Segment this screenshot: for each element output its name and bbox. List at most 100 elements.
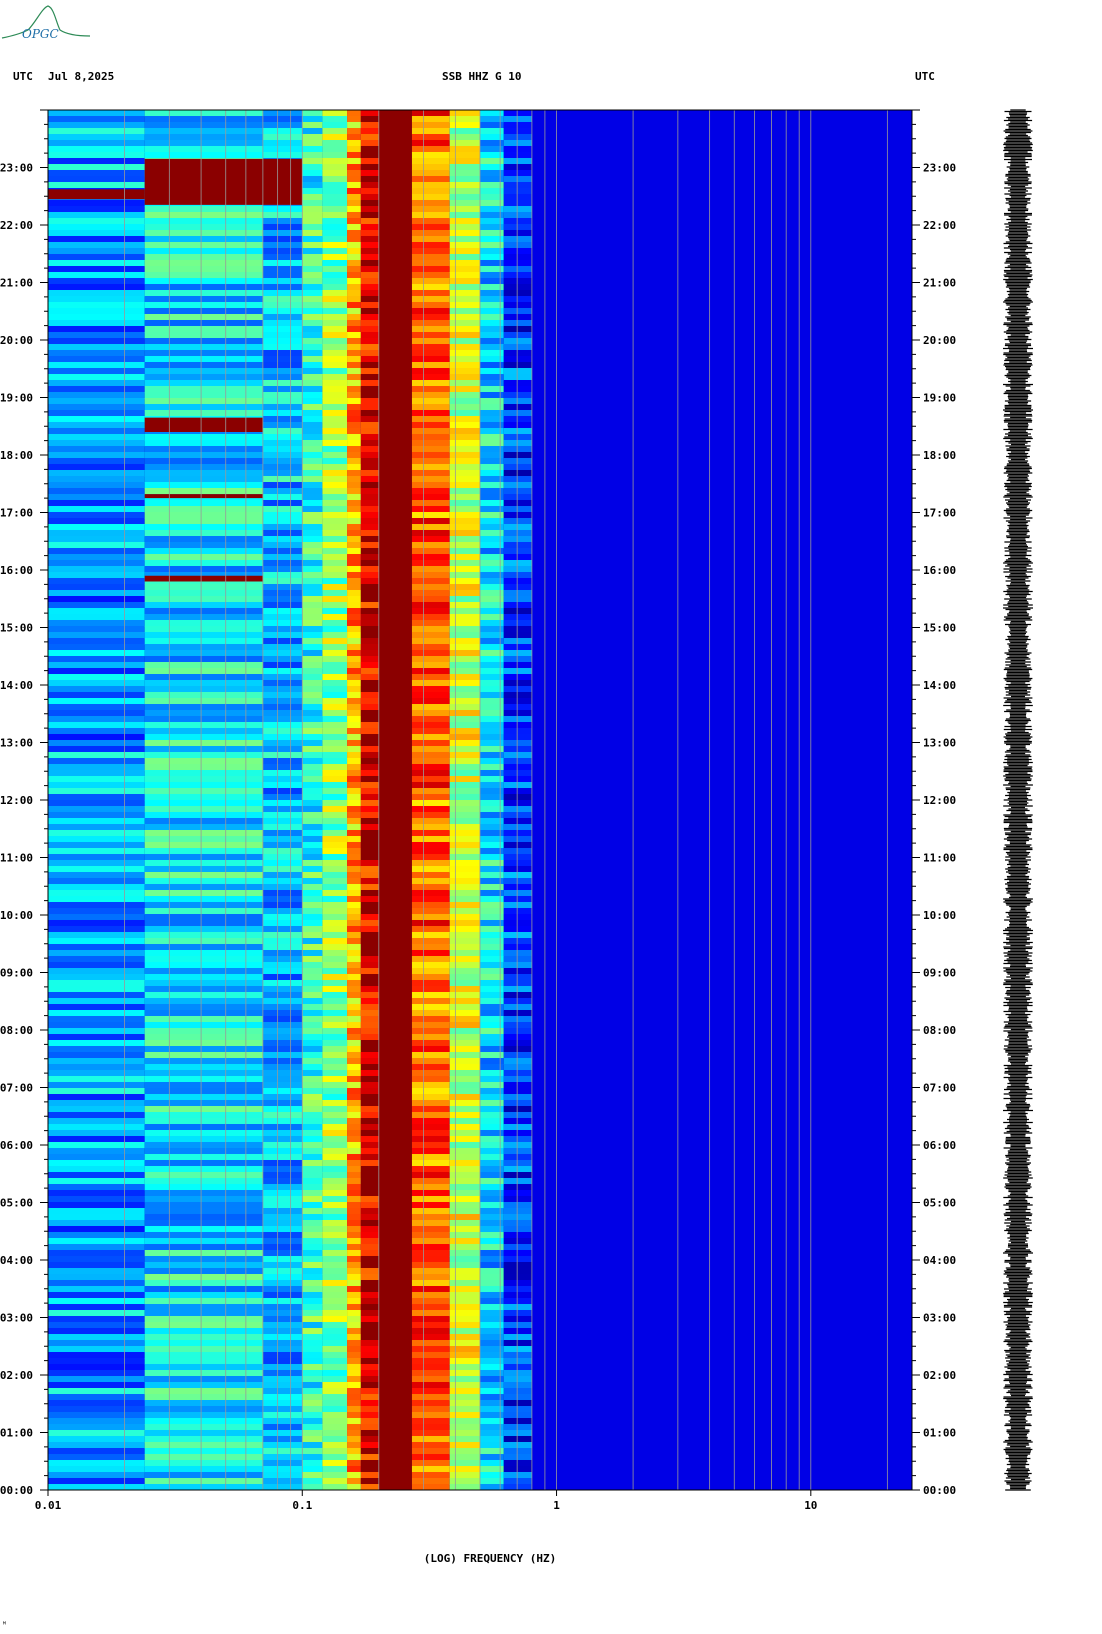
band-cell bbox=[322, 1094, 348, 1101]
band-cell bbox=[449, 722, 481, 729]
band-cell bbox=[411, 1292, 450, 1299]
band-cell bbox=[347, 872, 361, 879]
band-cell bbox=[262, 656, 303, 663]
band-cell bbox=[48, 1214, 145, 1221]
band-cell bbox=[378, 548, 412, 555]
band-cell bbox=[302, 770, 323, 777]
band-cell bbox=[302, 326, 323, 333]
band-cell bbox=[302, 536, 323, 543]
band-cell bbox=[449, 506, 481, 513]
band-cell bbox=[449, 512, 481, 519]
band-cell bbox=[262, 212, 303, 219]
band-cell bbox=[449, 314, 481, 321]
band-cell bbox=[360, 644, 379, 651]
band-cell bbox=[262, 1166, 303, 1173]
band-cell bbox=[48, 752, 145, 759]
band-cell bbox=[302, 1148, 323, 1155]
band-cell bbox=[262, 1388, 303, 1395]
band-cell bbox=[503, 446, 532, 453]
band-cell bbox=[411, 1436, 450, 1443]
band-cell bbox=[347, 980, 361, 987]
band-cell bbox=[503, 260, 532, 267]
band-cell bbox=[262, 560, 303, 567]
band-cell bbox=[360, 764, 379, 771]
band-cell bbox=[411, 758, 450, 765]
band-cell bbox=[48, 914, 145, 921]
band-cell bbox=[503, 1418, 532, 1425]
band-cell bbox=[48, 956, 145, 963]
band-cell bbox=[302, 1244, 323, 1251]
band-cell bbox=[411, 980, 450, 987]
band-cell bbox=[360, 1124, 379, 1131]
band-cell bbox=[503, 758, 532, 765]
band-cell bbox=[449, 440, 481, 447]
band-cell bbox=[262, 1130, 303, 1137]
band-cell bbox=[449, 1322, 481, 1329]
band-cell bbox=[262, 764, 303, 771]
band-cell bbox=[302, 1226, 323, 1233]
band-cell bbox=[302, 830, 323, 837]
band-cell bbox=[360, 932, 379, 939]
band-cell bbox=[449, 1142, 481, 1149]
band-2 bbox=[262, 110, 303, 1491]
band-cell bbox=[302, 254, 323, 261]
band-cell bbox=[360, 638, 379, 645]
band-cell bbox=[503, 194, 532, 201]
band-cell bbox=[449, 1112, 481, 1119]
band-cell bbox=[347, 560, 361, 567]
band-cell bbox=[262, 1304, 303, 1311]
band-cell bbox=[449, 1250, 481, 1257]
band-cell bbox=[262, 866, 303, 873]
band-cell bbox=[503, 680, 532, 687]
band-cell bbox=[503, 1298, 532, 1305]
band-cell bbox=[322, 590, 348, 597]
band-cell bbox=[449, 818, 481, 825]
band-cell bbox=[378, 1358, 412, 1365]
band-cell bbox=[449, 374, 481, 381]
band-cell bbox=[449, 1274, 481, 1281]
band-cell bbox=[360, 518, 379, 525]
band-cell bbox=[347, 1190, 361, 1197]
band-cell bbox=[378, 224, 412, 231]
band-cell bbox=[144, 1286, 263, 1293]
band-cell bbox=[411, 812, 450, 819]
band-cell bbox=[449, 1382, 481, 1389]
band-cell bbox=[262, 1400, 303, 1407]
band-cell bbox=[503, 1004, 532, 1011]
band-cell bbox=[347, 1154, 361, 1161]
band-cell bbox=[503, 1376, 532, 1383]
band-cell bbox=[503, 1148, 532, 1155]
band-cell bbox=[144, 986, 263, 993]
band-cell bbox=[322, 320, 348, 327]
band-cell bbox=[302, 1112, 323, 1119]
band-cell bbox=[322, 1376, 348, 1383]
band-cell bbox=[411, 788, 450, 795]
band-cell bbox=[322, 1124, 348, 1131]
band-cell bbox=[411, 956, 450, 963]
band-cell bbox=[322, 212, 348, 219]
band-cell bbox=[449, 272, 481, 279]
band-cell bbox=[503, 734, 532, 741]
band-cell bbox=[48, 152, 145, 159]
band-cell bbox=[360, 1100, 379, 1107]
band-cell bbox=[378, 434, 412, 441]
band-cell bbox=[262, 614, 303, 621]
band-cell bbox=[411, 986, 450, 993]
band-cell bbox=[322, 242, 348, 249]
band-cell bbox=[322, 236, 348, 243]
band-cell bbox=[360, 1148, 379, 1155]
band-cell bbox=[411, 434, 450, 441]
band-cell bbox=[411, 542, 450, 549]
band-cell bbox=[302, 932, 323, 939]
band-cell bbox=[302, 734, 323, 741]
band-cell bbox=[262, 1070, 303, 1077]
band-cell bbox=[449, 1298, 481, 1305]
band-cell bbox=[360, 1424, 379, 1431]
band-cell bbox=[378, 1124, 412, 1131]
band-cell bbox=[262, 692, 303, 699]
band-cell bbox=[449, 242, 481, 249]
band-cell bbox=[360, 494, 379, 501]
band-cell bbox=[144, 1382, 263, 1389]
band-cell bbox=[378, 188, 412, 195]
band-cell bbox=[378, 1376, 412, 1383]
